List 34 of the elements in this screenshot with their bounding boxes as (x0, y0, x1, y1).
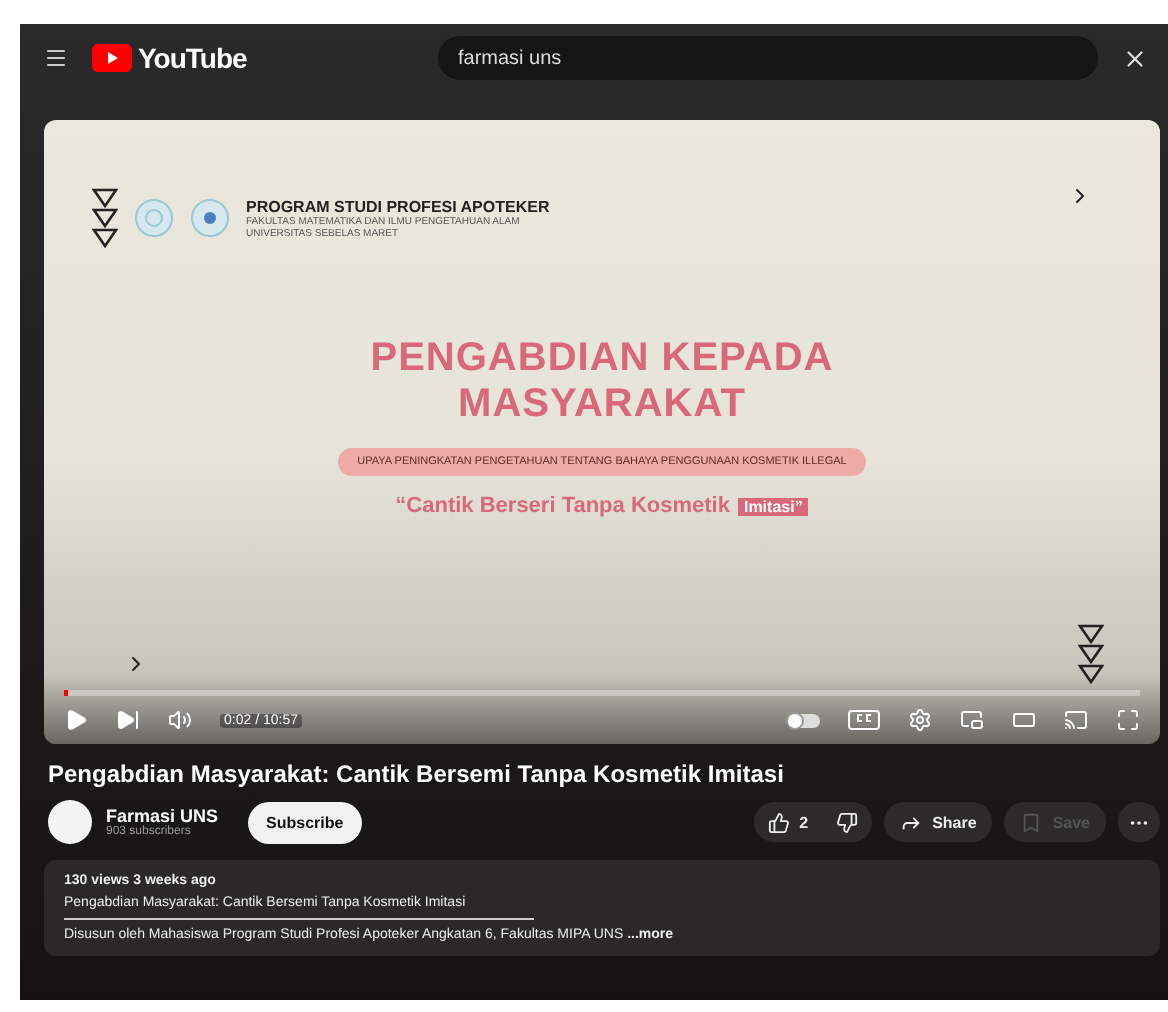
cast-icon[interactable] (1064, 708, 1088, 732)
play-icon[interactable] (64, 708, 88, 732)
share-arrow-icon (900, 811, 923, 833)
volume-icon[interactable] (168, 708, 192, 732)
thumbs-down-icon (836, 811, 859, 833)
menu-icon[interactable] (44, 46, 68, 70)
youtube-logo[interactable]: YouTube (92, 42, 247, 74)
slide-tagline: “Cantik Berseri Tanpa Kosmetik (395, 494, 730, 518)
next-icon[interactable] (116, 708, 140, 732)
theater-icon[interactable] (1012, 708, 1036, 732)
captions-icon[interactable] (848, 710, 880, 730)
subscribe-button[interactable]: Subscribe (248, 801, 362, 843)
settings-icon[interactable] (908, 708, 932, 732)
thumbs-up-icon (767, 811, 790, 833)
slide-tag: Imitasi” (737, 497, 809, 515)
channel-avatar[interactable] (48, 800, 92, 844)
slide-title: PENGABDIAN KEPADA (370, 336, 834, 382)
share-button[interactable]: Share (884, 802, 993, 842)
channel-name[interactable]: Farmasi UNS (106, 806, 219, 826)
university-seal-icon (134, 198, 174, 238)
slide-title: MASYARAKAT (458, 382, 746, 428)
miniplayer-icon[interactable] (960, 708, 984, 732)
video-player[interactable] (44, 120, 1160, 744)
triangles-icon (92, 188, 118, 248)
fullscreen-icon[interactable] (1116, 708, 1140, 732)
search-field[interactable]: farmasi uns (438, 36, 1098, 80)
more-button[interactable] (1118, 802, 1160, 842)
slide-heading: PROGRAM STUDI PROFESI APOTEKER (246, 197, 550, 215)
video-title: Pengabdian Masyarakat: Cantik Bersemi Tanpa Kosmetik Imitasi (48, 760, 786, 788)
autoplay-toggle[interactable] (788, 713, 820, 727)
bookmark-icon (1020, 811, 1043, 833)
faculty-seal-icon (190, 198, 230, 238)
close-icon[interactable] (1122, 45, 1148, 71)
triangles-icon (1078, 624, 1104, 684)
